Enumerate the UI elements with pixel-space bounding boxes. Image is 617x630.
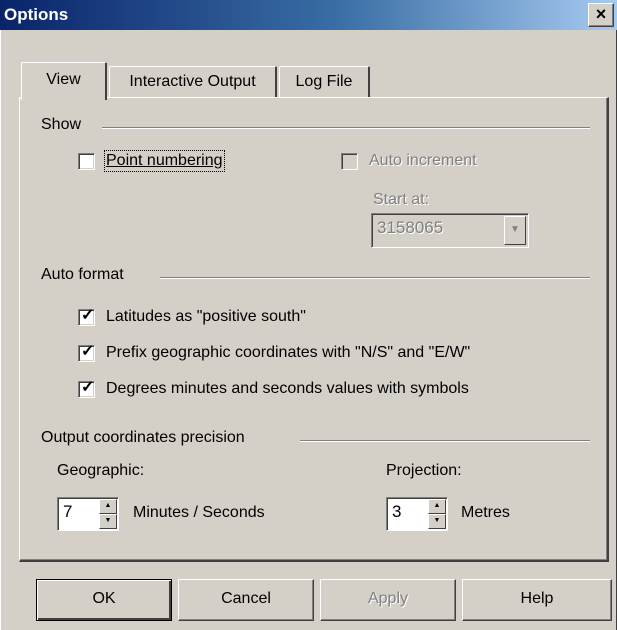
geographic-spinner[interactable]: 7 ▲ ▼: [57, 497, 119, 531]
start-at-value: 3158065: [377, 218, 444, 237]
dropdown-arrow-icon[interactable]: ▼: [504, 216, 526, 245]
spin-down-icon[interactable]: ▼: [99, 514, 117, 529]
geographic-unit: Minutes / Seconds: [133, 504, 265, 521]
start-at-combobox[interactable]: 3158065 ▼: [371, 213, 529, 248]
geographic-label: Geographic:: [57, 462, 145, 479]
projection-unit: Metres: [461, 504, 510, 521]
prefix-checkbox[interactable]: ✓ Prefix geographic coordinates with "N/…: [78, 342, 471, 362]
latitudes-checkbox[interactable]: ✓ Latitudes as "positive south": [78, 306, 306, 326]
degrees-checkbox[interactable]: ✓ Degrees minutes and seconds values wit…: [78, 378, 469, 398]
tab-interactive-output-label: Interactive Output: [129, 73, 256, 90]
help-button[interactable]: Help: [462, 579, 612, 621]
window-title: Options: [4, 5, 69, 24]
point-numbering-checkbox[interactable]: Point numbering: [78, 150, 225, 172]
auto-increment-checkbox[interactable]: Auto increment: [341, 152, 477, 170]
precision-divider: [300, 440, 590, 442]
tab-interactive-output[interactable]: Interactive Output: [109, 66, 277, 98]
latitudes-box[interactable]: ✓: [78, 306, 95, 326]
check-mark-icon: ✓: [81, 342, 95, 360]
show-divider: [102, 127, 590, 129]
auto-increment-box[interactable]: [341, 152, 358, 170]
projection-label: Projection:: [386, 462, 462, 479]
start-at-label: Start at:: [373, 191, 430, 208]
tab-view[interactable]: View: [21, 62, 107, 100]
spin-down-icon[interactable]: ▼: [428, 514, 446, 529]
cancel-button-label: Cancel: [221, 590, 271, 607]
prefix-box[interactable]: ✓: [78, 342, 95, 362]
point-numbering-label: Point numbering: [104, 150, 225, 172]
check-mark-icon: ✓: [81, 378, 95, 396]
precision-group-title: Output coordinates precision: [41, 429, 255, 447]
apply-button[interactable]: Apply: [320, 579, 456, 621]
tab-view-label: View: [46, 71, 81, 88]
show-group-title: Show: [41, 116, 92, 134]
point-numbering-box[interactable]: [78, 152, 95, 170]
apply-button-label: Apply: [367, 590, 409, 607]
projection-value: 3: [392, 502, 402, 521]
title-bar[interactable]: Options ×: [0, 0, 617, 30]
prefix-label: Prefix geographic coordinates with "N/S"…: [106, 344, 471, 361]
geographic-value: 7: [63, 502, 73, 521]
auto-format-divider: [160, 277, 590, 279]
ok-button-label: OK: [92, 590, 116, 607]
close-icon: ×: [595, 4, 607, 24]
tab-log-file-label: Log File: [295, 73, 353, 90]
view-tab-panel: Show Point numbering Auto increment Star…: [19, 97, 609, 562]
ok-button[interactable]: OK: [36, 579, 172, 621]
degrees-box[interactable]: ✓: [78, 378, 95, 398]
help-button-label: Help: [520, 590, 554, 607]
tab-log-file[interactable]: Log File: [279, 66, 370, 98]
degrees-label: Degrees minutes and seconds values with …: [106, 380, 469, 397]
latitudes-label: Latitudes as "positive south": [106, 308, 306, 325]
spin-up-icon[interactable]: ▲: [428, 499, 446, 514]
cancel-button[interactable]: Cancel: [178, 579, 314, 621]
close-button[interactable]: ×: [588, 3, 614, 27]
projection-spin-buttons[interactable]: ▲ ▼: [428, 499, 446, 529]
check-mark-icon: ✓: [81, 306, 95, 324]
projection-spinner[interactable]: 3 ▲ ▼: [386, 497, 448, 531]
auto-increment-label: Auto increment: [369, 152, 477, 169]
geographic-spin-buttons[interactable]: ▲ ▼: [99, 499, 117, 529]
auto-format-group-title: Auto format: [41, 266, 134, 284]
spin-up-icon[interactable]: ▲: [99, 499, 117, 514]
